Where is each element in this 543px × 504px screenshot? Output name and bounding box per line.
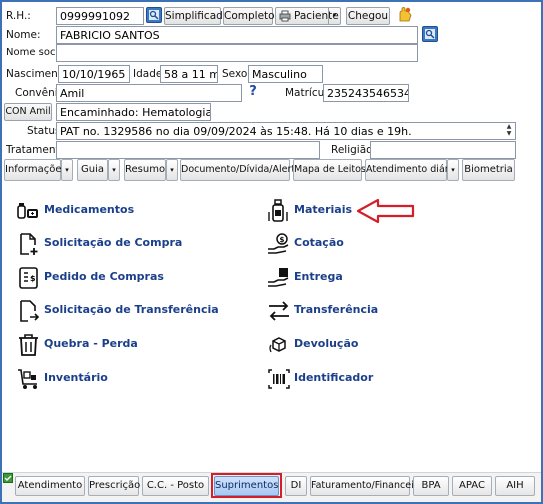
tab-aih[interactable]: AIH <box>495 476 535 496</box>
atendimento-diario-button[interactable]: Atendimento diário <box>365 159 457 181</box>
menu-label-entrega: Entrega <box>294 270 343 283</box>
status-field: PAT no. 1329586 no dia 09/09/2024 às 15:… <box>56 122 516 140</box>
menu-label-medicamentos: Medicamentos <box>44 203 135 216</box>
delivery-icon <box>266 265 292 291</box>
simplificado-button[interactable]: Simplificado <box>164 7 229 25</box>
menu-item-transferencia[interactable]: Transferência <box>266 298 466 324</box>
search-name-icon[interactable] <box>422 26 438 42</box>
chegou-button[interactable]: Chegou <box>346 7 390 25</box>
nascimento-field[interactable]: 10/10/1965 <box>58 65 130 83</box>
nome-social-field[interactable] <box>56 44 418 62</box>
rh-field[interactable]: 0999991092 <box>56 7 144 25</box>
menu-item-materiais[interactable]: Materiais <box>266 198 361 224</box>
menu-label-pedido-de-compras: Pedido de Compras <box>44 270 164 283</box>
matricula-field[interactable]: 2352435465346 <box>323 84 409 102</box>
red-arrow-annotation <box>356 197 416 225</box>
menu-item-solicitacao-de-transferencia[interactable]: Solicitação de Transferência <box>16 298 226 324</box>
return-icon <box>266 332 292 358</box>
barcode-icon <box>266 366 292 392</box>
menu-item-devolucao[interactable]: Devolução <box>266 332 466 358</box>
paciente-button[interactable]: Paciente ▾ <box>275 7 341 25</box>
menu-label-solicitacao-de-compra: Solicitação de Compra <box>44 236 183 249</box>
religiao-field[interactable] <box>370 141 516 159</box>
menu-item-inventario[interactable]: Inventário <box>16 366 216 392</box>
menu-item-medicamentos[interactable]: Medicamentos <box>16 198 216 224</box>
transfer-arrows-icon <box>266 298 292 324</box>
sexo-label: Sexo: <box>222 68 251 80</box>
atendimento-diario-chevron-down-icon[interactable]: ▾ <box>447 159 459 181</box>
hand-icon[interactable] <box>396 6 413 23</box>
encaminhado-field: Encaminhado: Hematologia <box>56 103 211 121</box>
tab-di[interactable]: DI <box>285 476 307 496</box>
convenio-field[interactable]: Amil <box>56 84 242 102</box>
svg-text:$: $ <box>280 236 285 244</box>
documento-divida-alerta-button[interactable]: Documento/Dívida/Alerta <box>180 159 301 181</box>
biometria-button[interactable]: Biometria <box>462 159 515 181</box>
menu-label-solicitacao-de-transferencia: Solicitação de Transferência <box>44 303 219 316</box>
tab-faturamento-financeiro[interactable]: Faturamento/Financeiro <box>310 476 423 496</box>
nome-field[interactable]: FABRICIO SANTOS <box>56 26 418 44</box>
informacoes-button[interactable]: Informações <box>4 159 67 181</box>
menu-item-cotacao[interactable]: $ Cotação <box>266 231 466 257</box>
trash-icon <box>16 332 42 358</box>
tab-prescricao[interactable]: Prescrição <box>88 476 140 496</box>
informacoes-chevron-down-icon[interactable]: ▾ <box>61 159 73 181</box>
purchase-order-icon: $ <box>16 265 42 291</box>
help-icon[interactable]: ? <box>246 84 260 102</box>
menu-item-solicitacao-de-compra[interactable]: Solicitação de Compra <box>16 231 216 257</box>
con-amil-button[interactable]: CON Amil <box>4 103 52 121</box>
tab-apac[interactable]: APAC <box>452 476 492 496</box>
menu-item-entrega[interactable]: Entrega <box>266 265 466 291</box>
medicines-icon <box>16 198 42 224</box>
guia-chevron-down-icon[interactable]: ▾ <box>108 159 120 181</box>
tab-cc-posto[interactable]: C.C. - Posto <box>142 476 209 496</box>
printer-icon <box>279 10 291 27</box>
menu-label-materiais: Materiais <box>294 203 353 216</box>
menu-label-inventario: Inventário <box>44 371 108 384</box>
transfer-request-icon <box>16 298 42 324</box>
sexo-field[interactable]: Masculino <box>248 65 323 83</box>
menu-label-identificador: Identificador <box>294 371 374 384</box>
tab-bpa[interactable]: BPA <box>413 476 449 496</box>
tab-atendimento[interactable]: Atendimento <box>15 476 85 496</box>
resumo-chevron-down-icon[interactable]: ▾ <box>166 159 178 181</box>
menu-label-quebra-perda: Quebra - Perda <box>44 337 138 350</box>
quotation-icon: $ <box>266 231 292 257</box>
status-text: PAT no. 1329586 no dia 09/09/2024 às 15:… <box>60 125 412 138</box>
tratamento-field[interactable] <box>56 141 320 159</box>
menu-item-identificador[interactable]: Identificador <box>266 366 466 392</box>
resumo-button[interactable]: Resumo <box>124 159 166 181</box>
menu-item-pedido-de-compras[interactable]: $ Pedido de Compras <box>16 265 216 291</box>
menu-label-devolucao: Devolução <box>294 337 359 350</box>
expand-icon[interactable] <box>3 473 13 483</box>
mapa-de-leitos-button[interactable]: Mapa de Leitos <box>293 159 366 181</box>
inventory-cart-icon <box>16 366 42 392</box>
nome-label: Nome: <box>6 29 41 41</box>
search-patient-icon[interactable] <box>146 7 162 23</box>
menu-item-quebra-perda[interactable]: Quebra - Perda <box>16 332 216 358</box>
menu-label-cotacao: Cotação <box>294 236 344 249</box>
rh-label: R.H.: <box>6 10 31 22</box>
idade-field: 58 a 11 m <box>160 65 218 83</box>
chevron-down-icon[interactable]: ▾ <box>328 7 340 25</box>
svg-text:$: $ <box>30 274 36 283</box>
status-spinner[interactable]: ▲ ▼ <box>503 123 515 139</box>
materials-icon <box>266 198 292 224</box>
completo-button[interactable]: Completo <box>223 7 275 25</box>
menu-label-transferencia: Transferência <box>294 303 379 316</box>
purchase-request-icon <box>16 231 42 257</box>
guia-button[interactable]: Guia <box>77 159 108 181</box>
tab-suprimentos[interactable]: Suprimentos <box>214 476 279 496</box>
